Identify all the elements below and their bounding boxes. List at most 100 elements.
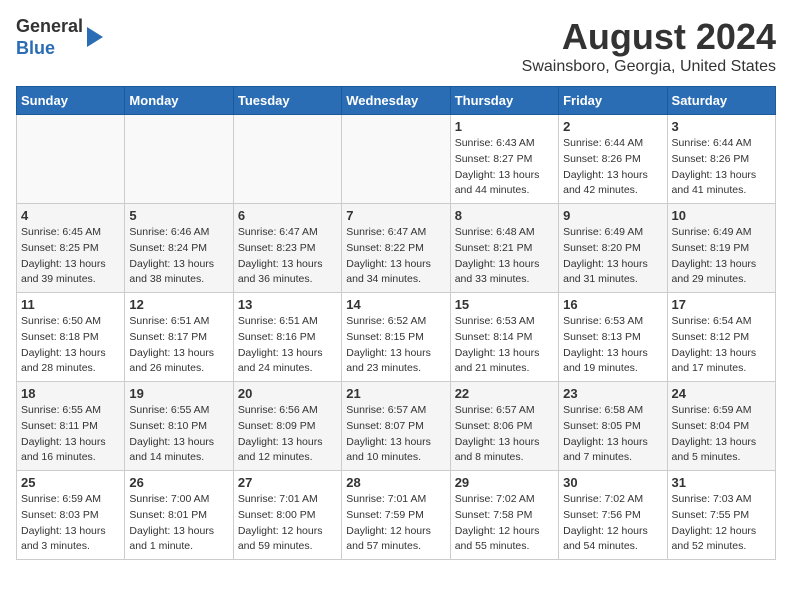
week-row-2: 4 Sunrise: 6:45 AM Sunset: 8:25 PM Daylig… bbox=[17, 204, 776, 293]
day-number: 12 bbox=[129, 297, 228, 312]
day-cell: 19 Sunrise: 6:55 AM Sunset: 8:10 PM Dayli… bbox=[125, 382, 233, 471]
day-info: Sunrise: 6:55 AM Sunset: 8:10 PM Dayligh… bbox=[129, 403, 228, 466]
day-number: 11 bbox=[21, 297, 120, 312]
day-info: Sunrise: 6:59 AM Sunset: 8:04 PM Dayligh… bbox=[672, 403, 771, 466]
day-number: 5 bbox=[129, 208, 228, 223]
day-number: 31 bbox=[672, 475, 771, 490]
day-number: 16 bbox=[563, 297, 662, 312]
day-info: Sunrise: 7:00 AM Sunset: 8:01 PM Dayligh… bbox=[129, 492, 228, 555]
day-cell: 27Sunrise: 7:01 AM Sunset: 8:00 PM Dayli… bbox=[233, 471, 341, 560]
day-cell: 22Sunrise: 6:57 AM Sunset: 8:06 PM Dayli… bbox=[450, 382, 558, 471]
day-info: Sunrise: 6:49 AM Sunset: 8:20 PM Dayligh… bbox=[563, 225, 662, 288]
day-info: Sunrise: 6:49 AM Sunset: 8:19 PM Dayligh… bbox=[672, 225, 771, 288]
day-number: 13 bbox=[238, 297, 337, 312]
day-cell: 1 Sunrise: 6:43 AM Sunset: 8:27 PM Daylig… bbox=[450, 115, 558, 204]
day-number: 18 bbox=[21, 386, 120, 401]
day-cell: 23 Sunrise: 6:58 AM Sunset: 8:05 PM Dayli… bbox=[559, 382, 667, 471]
day-cell: 9Sunrise: 6:49 AM Sunset: 8:20 PM Daylig… bbox=[559, 204, 667, 293]
day-number: 17 bbox=[672, 297, 771, 312]
day-cell: 30 Sunrise: 7:02 AM Sunset: 7:56 PM Dayli… bbox=[559, 471, 667, 560]
day-number: 29 bbox=[455, 475, 554, 490]
day-info: Sunrise: 7:01 AM Sunset: 7:59 PM Dayligh… bbox=[346, 492, 445, 555]
day-info: Sunrise: 6:57 AM Sunset: 8:07 PM Dayligh… bbox=[346, 403, 445, 466]
day-number: 21 bbox=[346, 386, 445, 401]
day-cell: 13 Sunrise: 6:51 AM Sunset: 8:16 PM Dayli… bbox=[233, 293, 341, 382]
day-number: 24 bbox=[672, 386, 771, 401]
day-cell: 20Sunrise: 6:56 AM Sunset: 8:09 PM Dayli… bbox=[233, 382, 341, 471]
day-info: Sunrise: 7:03 AM Sunset: 7:55 PM Dayligh… bbox=[672, 492, 771, 555]
day-number: 6 bbox=[238, 208, 337, 223]
day-info: Sunrise: 6:51 AM Sunset: 8:16 PM Dayligh… bbox=[238, 314, 337, 377]
day-number: 23 bbox=[563, 386, 662, 401]
day-cell: 4 Sunrise: 6:45 AM Sunset: 8:25 PM Daylig… bbox=[17, 204, 125, 293]
day-info: Sunrise: 6:50 AM Sunset: 8:18 PM Dayligh… bbox=[21, 314, 120, 377]
day-cell: 25 Sunrise: 6:59 AM Sunset: 8:03 PM Dayli… bbox=[17, 471, 125, 560]
day-info: Sunrise: 6:53 AM Sunset: 8:14 PM Dayligh… bbox=[455, 314, 554, 377]
day-cell: 5 Sunrise: 6:46 AM Sunset: 8:24 PM Daylig… bbox=[125, 204, 233, 293]
day-cell: 3Sunrise: 6:44 AM Sunset: 8:26 PM Daylig… bbox=[667, 115, 775, 204]
header: General Blue August 2024 Swainsboro, Geo… bbox=[16, 16, 776, 76]
day-number: 27 bbox=[238, 475, 337, 490]
day-info: Sunrise: 7:02 AM Sunset: 7:58 PM Dayligh… bbox=[455, 492, 554, 555]
day-cell: 8 Sunrise: 6:48 AM Sunset: 8:21 PM Daylig… bbox=[450, 204, 558, 293]
calendar-table: SundayMondayTuesdayWednesdayThursdayFrid… bbox=[16, 86, 776, 560]
day-info: Sunrise: 6:51 AM Sunset: 8:17 PM Dayligh… bbox=[129, 314, 228, 377]
day-number: 30 bbox=[563, 475, 662, 490]
header-friday: Friday bbox=[559, 87, 667, 115]
day-number: 26 bbox=[129, 475, 228, 490]
day-cell: 24 Sunrise: 6:59 AM Sunset: 8:04 PM Dayli… bbox=[667, 382, 775, 471]
day-number: 2 bbox=[563, 119, 662, 134]
logo-general: General bbox=[16, 16, 83, 36]
day-cell: 15 Sunrise: 6:53 AM Sunset: 8:14 PM Dayli… bbox=[450, 293, 558, 382]
day-info: Sunrise: 6:44 AM Sunset: 8:26 PM Dayligh… bbox=[672, 136, 771, 199]
day-cell bbox=[342, 115, 450, 204]
header-tuesday: Tuesday bbox=[233, 87, 341, 115]
header-wednesday: Wednesday bbox=[342, 87, 450, 115]
day-cell: 2 Sunrise: 6:44 AM Sunset: 8:26 PM Daylig… bbox=[559, 115, 667, 204]
day-info: Sunrise: 6:47 AM Sunset: 8:23 PM Dayligh… bbox=[238, 225, 337, 288]
logo: General Blue bbox=[16, 16, 103, 59]
day-info: Sunrise: 6:43 AM Sunset: 8:27 PM Dayligh… bbox=[455, 136, 554, 199]
day-info: Sunrise: 6:59 AM Sunset: 8:03 PM Dayligh… bbox=[21, 492, 120, 555]
day-info: Sunrise: 6:44 AM Sunset: 8:26 PM Dayligh… bbox=[563, 136, 662, 199]
day-cell: 26 Sunrise: 7:00 AM Sunset: 8:01 PM Dayli… bbox=[125, 471, 233, 560]
day-info: Sunrise: 6:47 AM Sunset: 8:22 PM Dayligh… bbox=[346, 225, 445, 288]
day-cell: 21 Sunrise: 6:57 AM Sunset: 8:07 PM Dayli… bbox=[342, 382, 450, 471]
day-number: 15 bbox=[455, 297, 554, 312]
day-cell bbox=[233, 115, 341, 204]
day-cell: 11 Sunrise: 6:50 AM Sunset: 8:18 PM Dayli… bbox=[17, 293, 125, 382]
day-number: 4 bbox=[21, 208, 120, 223]
day-number: 28 bbox=[346, 475, 445, 490]
day-number: 7 bbox=[346, 208, 445, 223]
calendar-header-row: SundayMondayTuesdayWednesdayThursdayFrid… bbox=[17, 87, 776, 115]
day-info: Sunrise: 6:45 AM Sunset: 8:25 PM Dayligh… bbox=[21, 225, 120, 288]
day-cell bbox=[125, 115, 233, 204]
week-row-1: 1 Sunrise: 6:43 AM Sunset: 8:27 PM Daylig… bbox=[17, 115, 776, 204]
location: Swainsboro, Georgia, United States bbox=[522, 58, 776, 76]
day-cell: 28 Sunrise: 7:01 AM Sunset: 7:59 PM Dayli… bbox=[342, 471, 450, 560]
header-saturday: Saturday bbox=[667, 87, 775, 115]
day-number: 1 bbox=[455, 119, 554, 134]
day-info: Sunrise: 7:02 AM Sunset: 7:56 PM Dayligh… bbox=[563, 492, 662, 555]
day-info: Sunrise: 6:54 AM Sunset: 8:12 PM Dayligh… bbox=[672, 314, 771, 377]
day-cell: 7 Sunrise: 6:47 AM Sunset: 8:22 PM Daylig… bbox=[342, 204, 450, 293]
header-sunday: Sunday bbox=[17, 87, 125, 115]
day-number: 10 bbox=[672, 208, 771, 223]
day-number: 8 bbox=[455, 208, 554, 223]
day-number: 14 bbox=[346, 297, 445, 312]
day-cell: 10 Sunrise: 6:49 AM Sunset: 8:19 PM Dayli… bbox=[667, 204, 775, 293]
day-number: 25 bbox=[21, 475, 120, 490]
day-info: Sunrise: 6:58 AM Sunset: 8:05 PM Dayligh… bbox=[563, 403, 662, 466]
day-number: 19 bbox=[129, 386, 228, 401]
day-info: Sunrise: 6:46 AM Sunset: 8:24 PM Dayligh… bbox=[129, 225, 228, 288]
header-thursday: Thursday bbox=[450, 87, 558, 115]
header-monday: Monday bbox=[125, 87, 233, 115]
day-cell: 29 Sunrise: 7:02 AM Sunset: 7:58 PM Dayli… bbox=[450, 471, 558, 560]
day-info: Sunrise: 6:52 AM Sunset: 8:15 PM Dayligh… bbox=[346, 314, 445, 377]
day-info: Sunrise: 6:48 AM Sunset: 8:21 PM Dayligh… bbox=[455, 225, 554, 288]
day-number: 22 bbox=[455, 386, 554, 401]
day-info: Sunrise: 6:53 AM Sunset: 8:13 PM Dayligh… bbox=[563, 314, 662, 377]
title-section: August 2024 Swainsboro, Georgia, United … bbox=[522, 16, 776, 76]
day-cell: 17 Sunrise: 6:54 AM Sunset: 8:12 PM Dayli… bbox=[667, 293, 775, 382]
day-cell: 31 Sunrise: 7:03 AM Sunset: 7:55 PM Dayli… bbox=[667, 471, 775, 560]
